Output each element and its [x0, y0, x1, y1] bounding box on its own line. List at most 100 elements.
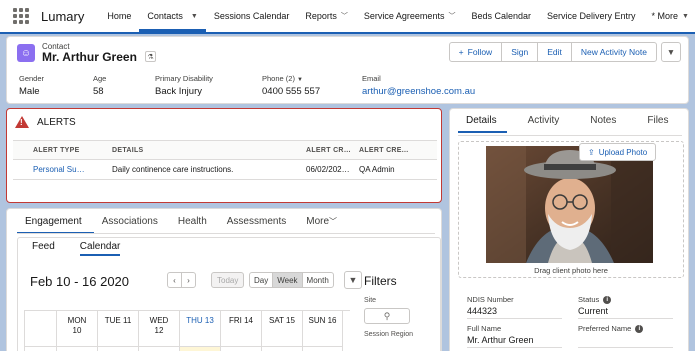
alert-creator: QA Admin — [359, 165, 395, 174]
nav-item-beds-calendar[interactable]: Beds Calendar — [463, 0, 539, 32]
client-photo — [486, 146, 653, 263]
day-column-today[interactable]: THU 13 — [179, 311, 220, 351]
column-header[interactable]: ALERT TYPE — [13, 147, 86, 154]
day-column[interactable]: WED 12 — [138, 311, 179, 351]
previous-week-button[interactable]: ‹ — [167, 272, 182, 288]
nav-label: * More — [651, 11, 679, 21]
status-label: Status — [578, 295, 600, 304]
field-age: Age 58 — [93, 74, 155, 97]
calendar-panel: Feed Calendar Feb 10 - 16 2020 ‹ › Today… — [17, 237, 441, 351]
column-header[interactable]: DETAILS — [86, 147, 280, 154]
field-ndis-number: NDIS Number 444323 — [467, 295, 562, 319]
field-label: Email — [362, 74, 381, 83]
field-label: Primary Disability — [155, 74, 213, 83]
tab-associations[interactable]: Associations — [94, 214, 170, 234]
view-day-button[interactable]: Day — [249, 272, 274, 288]
divider — [458, 135, 682, 136]
button-label: Follow — [467, 47, 493, 57]
field-value: 58 — [93, 86, 104, 97]
tab-assessments[interactable]: Assessments — [219, 214, 298, 234]
alerts-title: ALERTS — [37, 116, 76, 128]
day-number — [303, 326, 342, 336]
info-icon[interactable]: i — [603, 295, 612, 304]
record-header: ☺ Contact Mr. Arthur Green ⚗ + Follow Sig… — [6, 36, 689, 104]
search-icon: ⚲ — [383, 310, 391, 321]
field-gender: Gender Male — [19, 74, 93, 97]
field-label: Age — [93, 74, 107, 83]
engagement-tabs: Engagement Associations Health Assessmen… — [17, 214, 349, 234]
nav-item-more[interactable]: * More ▼ — [644, 0, 695, 32]
caret-down-icon[interactable]: ▼ — [297, 77, 303, 83]
week-grid: MON 10 TUE 11 WED 12 THU 13 FRI 14 SAT 15 … — [24, 310, 350, 351]
button-label: Upload Photo — [598, 147, 648, 157]
today-button[interactable]: Today — [211, 272, 245, 288]
nav-label: Beds Calendar — [471, 11, 531, 21]
global-nav: Lumary Home Contacts ▼ Sessions Calendar … — [0, 0, 695, 34]
day-number — [262, 326, 302, 336]
day-column[interactable]: FRI 14 — [220, 311, 261, 351]
email-link[interactable]: arthur@greenshoe.com.au — [362, 86, 522, 97]
upload-photo-button[interactable]: ⇪ Upload Photo — [579, 143, 657, 161]
tab-more[interactable]: More﹀ — [298, 214, 349, 234]
day-column[interactable]: SAT 15 — [261, 311, 302, 351]
nav-item-reports[interactable]: Reports ﹀ — [297, 0, 356, 32]
column-header[interactable]: ALERT CREAT... — [280, 147, 353, 154]
day-number: 10 — [72, 326, 82, 335]
alert-type-link[interactable]: Personal Supp... — [13, 165, 86, 174]
day-name: THU 13 — [186, 316, 214, 325]
day-number — [180, 326, 220, 336]
tab-notes[interactable]: Notes — [582, 115, 626, 133]
field-value: Mr. Arthur Green — [467, 335, 562, 348]
day-column[interactable]: TUE 11 — [97, 311, 138, 351]
day-number — [221, 326, 261, 336]
site-search-input[interactable]: ⚲ — [364, 308, 410, 324]
photo-dropzone[interactable]: ⇪ Upload Photo Drag client photo here — [458, 141, 684, 278]
day-column[interactable]: MON 10 — [56, 311, 97, 351]
new-activity-note-button[interactable]: New Activity Note — [570, 42, 657, 62]
nav-item-service-delivery-entry[interactable]: Service Delivery Entry — [539, 0, 644, 32]
tab-feed[interactable]: Feed — [32, 241, 55, 256]
day-name: FRI 14 — [228, 316, 253, 325]
sign-button[interactable]: Sign — [501, 42, 539, 62]
filter-icon[interactable]: ▼ — [344, 271, 362, 289]
field-value: Current — [578, 306, 673, 319]
tab-activity[interactable]: Activity — [520, 115, 570, 133]
nav-item-sessions-calendar[interactable]: Sessions Calendar — [206, 0, 298, 32]
caret-down-icon: ▼ — [666, 47, 676, 57]
tab-engagement[interactable]: Engagement — [17, 214, 94, 234]
day-column[interactable]: SUN 16 — [302, 311, 343, 351]
field-preferred-name: Preferred Name i — [578, 324, 673, 348]
upload-icon: ⇪ — [588, 147, 595, 157]
field-value: 444323 — [467, 306, 562, 319]
chevron-down-icon[interactable]: ﹀ — [341, 11, 348, 21]
tab-files[interactable]: Files — [639, 115, 678, 133]
engagement-card: Engagement Associations Health Assessmen… — [6, 208, 442, 351]
tab-health[interactable]: Health — [170, 214, 219, 234]
detail-tabs: Details Activity Notes Files — [458, 115, 692, 133]
nav-item-contacts[interactable]: Contacts ▼ — [139, 0, 206, 32]
info-icon[interactable]: i — [635, 324, 644, 333]
view-week-button[interactable]: Week — [272, 272, 303, 288]
field-value: Back Injury — [155, 86, 202, 97]
app-launcher-icon[interactable] — [13, 8, 29, 24]
details-panel: Details Activity Notes Files ⇪ Upload Ph… — [449, 108, 689, 351]
action-buttons: + Follow Sign Edit New Activity Note ▼ — [448, 42, 681, 62]
day-name: SAT 15 — [269, 316, 295, 325]
edit-button[interactable]: Edit — [537, 42, 572, 62]
filters-title: Filters — [364, 274, 397, 288]
tab-details[interactable]: Details — [458, 115, 507, 133]
button-label: Sign — [511, 47, 529, 57]
tab-calendar[interactable]: Calendar — [79, 241, 121, 256]
view-month-button[interactable]: Month — [301, 272, 334, 288]
follow-button[interactable]: + Follow — [448, 42, 503, 62]
chevron-down-icon[interactable]: ▼ — [191, 13, 198, 20]
drag-photo-hint: Drag client photo here — [534, 266, 608, 275]
preferred-name-label: Preferred Name — [578, 324, 632, 333]
nav-item-home[interactable]: Home — [99, 0, 139, 32]
nav-item-service-agreements[interactable]: Service Agreements ﹀ — [356, 0, 464, 32]
more-actions-button[interactable]: ▼ — [661, 42, 681, 62]
hierarchy-icon[interactable]: ⚗ — [145, 51, 156, 62]
next-week-button[interactable]: › — [181, 272, 196, 288]
chevron-down-icon[interactable]: ﹀ — [448, 11, 455, 21]
column-header[interactable]: ALERT CRE... — [353, 147, 437, 154]
